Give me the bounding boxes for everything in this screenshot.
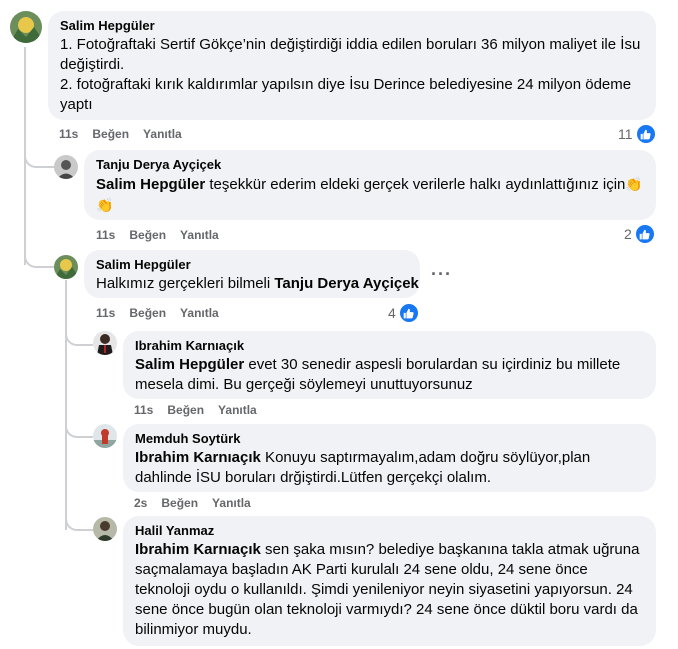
comment-actions: 2s Beğen Yanıtla: [134, 496, 251, 510]
timestamp[interactable]: 11s: [96, 228, 115, 242]
thread-line-sub: [65, 280, 67, 530]
comment-author[interactable]: Salim Hepgüler: [60, 18, 644, 33]
thread-curve-1: [24, 148, 54, 168]
comment-bubble: Ibrahim Karnıaçık Salim Hepgüler evet 30…: [123, 331, 656, 399]
mention-link[interactable]: Ibrahim Karnıaçık: [135, 449, 261, 466]
mention-link[interactable]: Ibrahim Karnıaçık: [135, 541, 261, 558]
like-icon: [634, 224, 655, 244]
comment-text-line2: 2. fotoğraftaki kırık kaldırımlar yapıls…: [60, 76, 632, 113]
reply-button[interactable]: Yanıtla: [218, 403, 257, 417]
comment-text: Halkımız gerçekleri bilmeli Tanju Derya …: [96, 274, 419, 294]
like-icon: [398, 303, 419, 323]
timestamp[interactable]: 11s: [96, 306, 115, 320]
reaction-number: 2: [624, 226, 632, 242]
avatar[interactable]: [10, 11, 42, 43]
avatar[interactable]: [93, 424, 117, 448]
comment-body: teşekkür ederim eldeki gerçek verilerle …: [205, 176, 626, 193]
thread-curve-5: [65, 515, 93, 531]
comment-author[interactable]: Ibrahim Karnıaçık: [135, 338, 644, 353]
comment-body: Halkımız gerçekleri bilmeli: [96, 275, 275, 292]
avatar[interactable]: [54, 155, 78, 179]
reaction-count[interactable]: 4: [388, 303, 419, 323]
clapping-hands-icon: 👏: [625, 176, 643, 192]
clapping-hands-icon: 👏: [96, 197, 114, 213]
comment-bubble: Halil Yanmaz Ibrahim Karnıaçık sen şaka …: [123, 516, 656, 646]
comment-author[interactable]: Salim Hepgüler: [96, 257, 408, 272]
comment-author[interactable]: Memduh Soytürk: [135, 431, 644, 446]
comment-actions: 11s Beğen Yanıtla: [134, 403, 257, 417]
reply-button[interactable]: Yanıtla: [212, 496, 251, 510]
comment-actions: 11s Beğen Yanıtla: [96, 306, 219, 320]
like-button[interactable]: Beğen: [161, 496, 198, 510]
like-icon: [635, 124, 656, 144]
thread-curve-3: [65, 330, 93, 346]
comment-author[interactable]: Halil Yanmaz: [135, 523, 644, 538]
like-button[interactable]: Beğen: [129, 306, 166, 320]
mention-link[interactable]: Salim Hepgüler: [96, 176, 205, 193]
comment-bubble: Tanju Derya Ayçiçek Salim Hepgüler teşek…: [84, 150, 656, 220]
reply-button[interactable]: Yanıtla: [180, 306, 219, 320]
reaction-number: 11: [618, 126, 633, 142]
thread-curve-2: [24, 250, 54, 268]
reaction-count[interactable]: 11: [618, 124, 656, 144]
avatar[interactable]: [54, 255, 78, 279]
comment-text: Ibrahim Karnıaçık Konuyu saptırmayalım,a…: [135, 448, 644, 488]
thread-curve-4: [65, 422, 93, 438]
like-button[interactable]: Beğen: [167, 403, 204, 417]
reply-button[interactable]: Yanıtla: [143, 127, 182, 141]
avatar[interactable]: [93, 517, 117, 541]
comment-text: Ibrahim Karnıaçık sen şaka mısın? beledi…: [135, 540, 644, 640]
comment-text: Salim Hepgüler evet 30 senedir aspesli b…: [135, 355, 644, 395]
reaction-count[interactable]: 2: [624, 224, 655, 244]
timestamp[interactable]: 11s: [59, 127, 78, 141]
more-options-button[interactable]: ···: [431, 264, 452, 285]
reply-button[interactable]: Yanıtla: [180, 228, 219, 242]
comment-bubble: Salim Hepgüler 1. Fotoğraftaki Sertif Gö…: [48, 11, 656, 120]
like-button[interactable]: Beğen: [129, 228, 166, 242]
like-button[interactable]: Beğen: [92, 127, 129, 141]
mention-link[interactable]: Salim Hepgüler: [135, 356, 244, 373]
comment-text-line1: 1. Fotoğraftaki Sertif Gökçe’nin değişti…: [60, 36, 641, 73]
comment-actions: 11s Beğen Yanıtla: [59, 127, 182, 141]
comment-actions: 11s Beğen Yanıtla: [96, 228, 219, 242]
comment-bubble: Memduh Soytürk Ibrahim Karnıaçık Konuyu …: [123, 424, 656, 492]
timestamp[interactable]: 2s: [134, 496, 147, 510]
mention-link[interactable]: Tanju Derya Ayçiçek: [274, 275, 419, 292]
comment-author[interactable]: Tanju Derya Ayçiçek: [96, 157, 644, 172]
avatar[interactable]: [93, 331, 117, 355]
timestamp[interactable]: 11s: [134, 403, 153, 417]
reaction-number: 4: [388, 305, 396, 321]
comment-bubble: Salim Hepgüler Halkımız gerçekleri bilme…: [84, 250, 420, 298]
comment-text: Salim Hepgüler teşekkür ederim eldeki ge…: [96, 174, 644, 216]
